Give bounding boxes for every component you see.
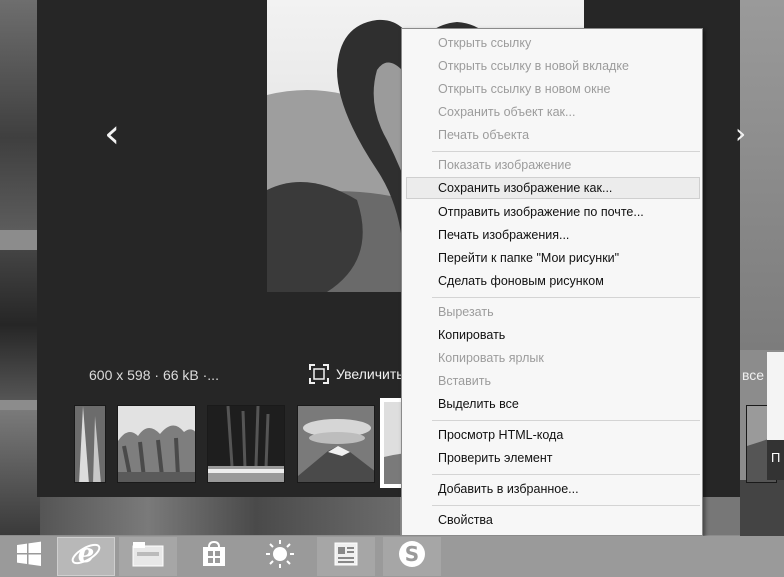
expand-icon	[309, 364, 329, 384]
background-thumbnail	[0, 250, 40, 400]
menu-set-as-background[interactable]: Сделать фоновым рисунком	[406, 270, 700, 292]
side-panel-button[interactable]: П	[767, 440, 784, 480]
taskbar: e S	[0, 536, 784, 577]
image-info: 600 x 598 · 66 kB ·...	[89, 367, 219, 383]
menu-print-picture[interactable]: Печать изображения...	[406, 224, 700, 246]
taskbar-reader[interactable]	[317, 537, 375, 576]
svg-text:S: S	[405, 542, 419, 566]
taskbar-store[interactable]	[185, 537, 243, 576]
internet-explorer-icon: e	[70, 538, 102, 575]
menu-add-to-favorites[interactable]: Добавить в избранное...	[406, 478, 700, 500]
skype-icon: S	[396, 538, 428, 575]
background-thumbnail-row	[40, 497, 400, 535]
menu-open-link-new-tab[interactable]: Открыть ссылку в новой вкладке	[406, 55, 700, 77]
menu-cut[interactable]: Вырезать	[406, 301, 700, 323]
menu-save-target-as[interactable]: Сохранить объект как...	[406, 101, 700, 123]
taskbar-ie[interactable]: e	[57, 537, 115, 576]
background-thumbnail	[740, 0, 784, 350]
menu-open-link[interactable]: Открыть ссылку	[406, 32, 700, 54]
sun-icon	[265, 539, 295, 574]
windows-logo-icon	[16, 541, 42, 572]
menu-properties[interactable]: Свойства	[406, 509, 700, 531]
menu-open-link-new-window[interactable]: Открыть ссылку в новом окне	[406, 78, 700, 100]
menu-print-target[interactable]: Печать объекта	[406, 124, 700, 146]
menu-separator	[432, 505, 700, 506]
menu-separator	[432, 420, 700, 421]
menu-go-to-my-pictures[interactable]: Перейти к папке "Мои рисунки"	[406, 247, 700, 269]
thumb-mountain-clouds[interactable]	[297, 405, 375, 483]
taskbar-skype[interactable]: S	[383, 537, 441, 576]
menu-view-source[interactable]: Просмотр HTML-кода	[406, 424, 700, 446]
folder-icon	[131, 540, 165, 573]
menu-show-picture[interactable]: Показать изображение	[406, 154, 700, 176]
menu-paste[interactable]: Вставить	[406, 370, 700, 392]
menu-copy-shortcut[interactable]: Копировать ярлык	[406, 347, 700, 369]
context-menu: Открыть ссылку Открыть ссылку в новой вк…	[401, 28, 703, 536]
view-all-link[interactable]: все	[742, 367, 764, 383]
previous-image-button[interactable]: ‹	[104, 114, 120, 154]
taskbar-weather[interactable]	[251, 537, 309, 576]
menu-copy[interactable]: Копировать	[406, 324, 700, 346]
thumb-night-lights[interactable]	[207, 405, 285, 483]
background-thumbnail	[0, 410, 40, 535]
thumb-rock-formations[interactable]	[117, 405, 196, 483]
menu-save-picture-as[interactable]: Сохранить изображение как...	[406, 177, 700, 199]
store-bag-icon	[199, 539, 229, 574]
taskbar-file-explorer[interactable]	[119, 537, 177, 576]
menu-inspect-element[interactable]: Проверить элемент	[406, 447, 700, 469]
thumb-waterfall[interactable]	[74, 405, 106, 483]
next-image-button[interactable]: ›	[735, 114, 746, 154]
menu-email-picture[interactable]: Отправить изображение по почте...	[406, 201, 700, 223]
menu-separator	[432, 474, 700, 475]
menu-separator	[432, 297, 700, 298]
zoom-button[interactable]: Увеличить	[309, 361, 404, 387]
document-reader-icon	[332, 540, 360, 573]
menu-separator	[432, 151, 700, 152]
svg-text:e: e	[78, 539, 95, 569]
background-thumbnail	[0, 0, 40, 230]
zoom-label: Увеличить	[336, 366, 404, 382]
start-button[interactable]	[0, 537, 58, 576]
background-thumbnail	[700, 497, 740, 535]
menu-select-all[interactable]: Выделить все	[406, 393, 700, 415]
